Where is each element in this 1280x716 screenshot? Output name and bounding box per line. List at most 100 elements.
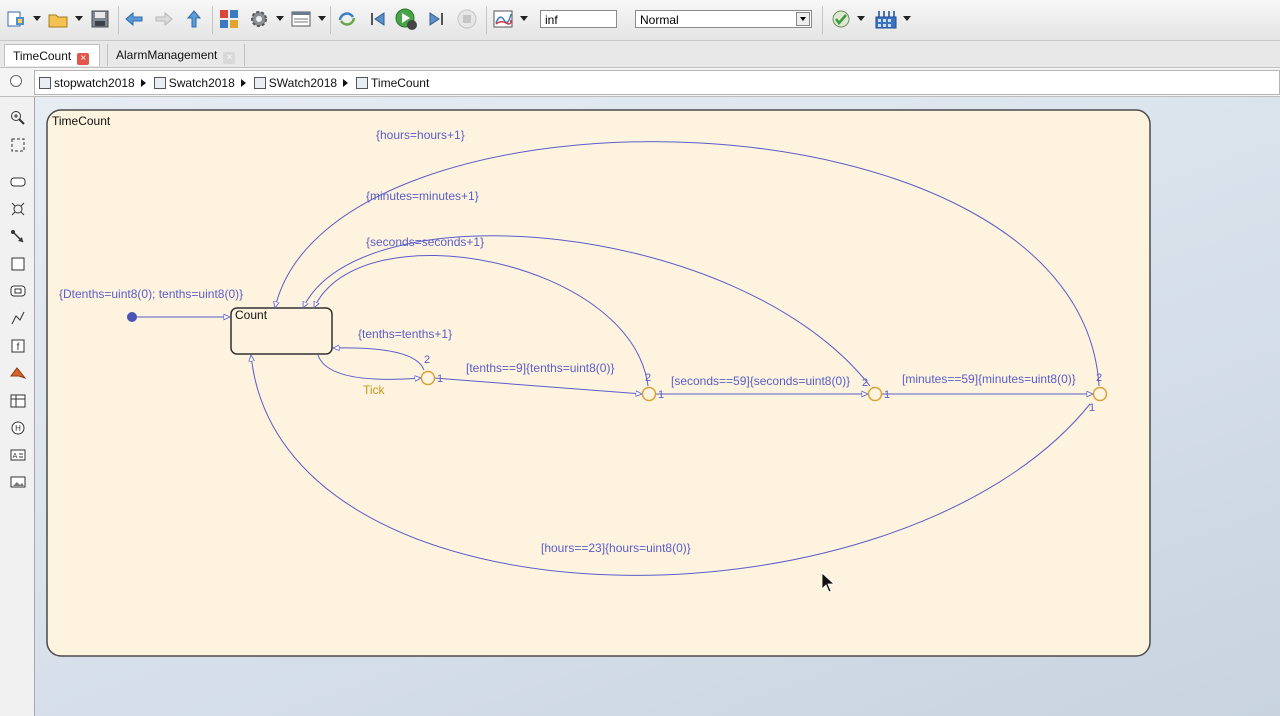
breadcrumb-item[interactable]: Swatch2018 <box>153 76 235 90</box>
subsystem-icon <box>153 76 166 89</box>
model-explorer-icon[interactable] <box>289 7 313 31</box>
default-transition-label: {Dtenths=uint8(0); tenths=uint8(0)} <box>59 287 243 301</box>
settings-dropdown[interactable] <box>276 16 284 21</box>
junction-3-order-2: 2 <box>862 377 868 389</box>
junction-4[interactable] <box>1092 386 1108 402</box>
junction-1[interactable] <box>420 370 436 386</box>
default-transition-dot <box>127 312 137 322</box>
model-icon <box>39 76 51 89</box>
junction-4-order-2: 2 <box>1096 372 1102 384</box>
tenths-inc-label: {tenths=tenths+1} <box>358 327 452 341</box>
seconds-inc-label: {seconds=seconds+1} <box>366 235 484 249</box>
toolbar-separator <box>486 6 487 34</box>
transition-annotation-icon[interactable] <box>9 200 26 217</box>
check-model-dropdown[interactable] <box>857 16 865 21</box>
simulink-function-icon[interactable] <box>9 309 26 326</box>
svg-text:A: A <box>12 453 17 460</box>
forward-arrow-icon[interactable] <box>152 7 176 31</box>
junction-3-order-1: 1 <box>884 389 890 401</box>
minutes-inc-label: {minutes=minutes+1} <box>366 189 479 203</box>
toolbar-separator <box>330 6 331 34</box>
model-explorer-dropdown[interactable] <box>318 16 326 21</box>
junction-3[interactable] <box>867 386 883 402</box>
breadcrumb-arrow-icon <box>240 78 246 87</box>
svg-text:H: H <box>15 424 21 433</box>
open-folder-icon[interactable] <box>46 7 70 31</box>
chart-icon <box>253 76 266 89</box>
data-inspector-icon[interactable] <box>491 7 515 31</box>
back-arrow-icon[interactable] <box>122 7 146 31</box>
toolbar-separator <box>822 6 823 34</box>
breadcrumb-arrow-icon <box>343 78 349 87</box>
tab-timecount-label: TimeCount <box>13 49 72 63</box>
matlab-function-icon[interactable]: f <box>9 337 26 354</box>
junction-2[interactable] <box>641 386 657 402</box>
close-icon[interactable]: × <box>223 52 236 64</box>
object-palette: f H A <box>0 97 35 716</box>
fit-to-view-icon[interactable] <box>9 136 26 153</box>
simulation-mode-value: Normal <box>640 13 679 27</box>
toolbar-separator <box>212 6 213 34</box>
build-dropdown[interactable] <box>903 16 911 21</box>
breadcrumb-item[interactable]: stopwatch2018 <box>39 76 135 90</box>
junction-1-order-2: 2 <box>424 354 430 366</box>
chevron-down-icon[interactable] <box>796 12 810 26</box>
save-icon[interactable] <box>88 7 112 31</box>
event-tick-label: Tick <box>363 383 386 397</box>
state-tool-icon[interactable] <box>9 173 26 190</box>
image-icon[interactable] <box>9 473 26 490</box>
run-simulation-icon[interactable] <box>394 7 418 31</box>
junction-4-order-1: 1 <box>1089 402 1095 414</box>
settings-gear-icon[interactable] <box>247 7 271 31</box>
new-model-icon[interactable] <box>4 7 28 31</box>
seconds-cond-label: [seconds==59]{seconds=uint8(0)} <box>671 374 850 388</box>
default-transition-icon[interactable] <box>9 228 26 245</box>
data-inspector-dropdown[interactable] <box>520 16 528 21</box>
update-diagram-icon[interactable] <box>335 7 359 31</box>
main-toolbar: inf Normal <box>0 0 1280 41</box>
breadcrumb-item[interactable]: TimeCount <box>356 76 429 90</box>
zoom-in-icon[interactable] <box>9 109 26 126</box>
svg-text:f: f <box>16 342 19 353</box>
toolbar-separator <box>118 6 119 34</box>
simulation-mode-select[interactable]: Normal <box>635 10 812 28</box>
editor-tab-bar: TimeCount × AlarmManagement × <box>0 41 1280 68</box>
build-icon[interactable] <box>874 7 898 31</box>
check-model-icon[interactable] <box>829 7 853 31</box>
state-icon <box>356 76 369 89</box>
breadcrumb-arrow-icon <box>140 78 146 87</box>
tab-timecount[interactable]: TimeCount × <box>4 44 100 66</box>
breadcrumb: stopwatch2018 Swatch2018 SWatch2018 Time… <box>34 70 1280 95</box>
new-model-dropdown[interactable] <box>33 16 41 21</box>
box-tool-icon[interactable] <box>9 255 26 272</box>
step-back-icon[interactable] <box>366 7 390 31</box>
hide-explorer-icon[interactable] <box>10 75 22 87</box>
junction-1-order-1: 1 <box>437 373 443 385</box>
history-junction-icon[interactable]: H <box>9 419 26 436</box>
junction-2-order-1: 1 <box>658 389 664 401</box>
chart-canvas[interactable]: TimeCount Count 2 1 2 1 2 1 2 1 {Dtenths… <box>35 97 1280 716</box>
stop-icon[interactable] <box>455 7 479 31</box>
step-forward-icon[interactable] <box>424 7 448 31</box>
subchart-tool-icon[interactable] <box>9 282 26 299</box>
address-bar: stopwatch2018 Swatch2018 SWatch2018 Time… <box>0 68 1280 97</box>
state-count-label: Count <box>235 308 268 322</box>
up-arrow-icon[interactable] <box>182 7 206 31</box>
tenths-cond-label: [tenths==9]{tenths=uint8(0)} <box>466 361 614 375</box>
hours-inc-label: {hours=hours+1} <box>376 128 465 142</box>
matlab-logo-icon[interactable] <box>9 364 26 381</box>
tab-alarmmanagement[interactable]: AlarmManagement × <box>107 44 245 66</box>
breadcrumb-item[interactable]: SWatch2018 <box>253 76 337 90</box>
state-timecount-label: TimeCount <box>52 114 111 128</box>
tab-alarmmanagement-label: AlarmManagement <box>116 48 218 62</box>
junction-2-order-2: 2 <box>645 372 651 384</box>
open-dropdown[interactable] <box>75 16 83 21</box>
close-icon[interactable]: × <box>77 53 90 65</box>
truth-table-icon[interactable] <box>9 392 26 409</box>
hours-cond-label: [hours==23]{hours=uint8(0)} <box>541 541 691 555</box>
library-browser-icon[interactable] <box>217 7 241 31</box>
stateflow-diagram: TimeCount Count 2 1 2 1 2 1 2 1 {Dtenths… <box>46 109 1151 657</box>
minutes-cond-label: [minutes==59]{minutes=uint8(0)} <box>902 372 1076 386</box>
annotation-icon[interactable]: A <box>9 446 26 463</box>
stop-time-input[interactable]: inf <box>540 10 617 28</box>
